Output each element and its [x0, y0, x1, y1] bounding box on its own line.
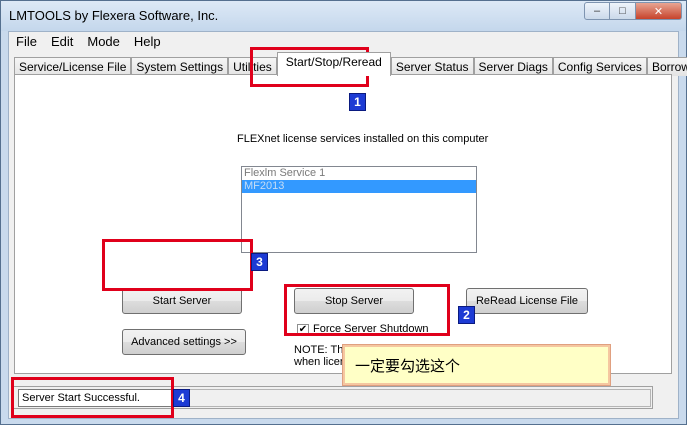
badge-3: 3 — [251, 253, 268, 271]
tab-strip: Service/License File System Settings Uti… — [14, 52, 687, 76]
advanced-settings-button[interactable]: Advanced settings >> — [122, 329, 246, 355]
highlight-box-start — [102, 239, 253, 291]
highlight-box-checkbox — [284, 284, 450, 336]
close-button[interactable]: ✕ — [636, 2, 682, 20]
badge-2: 2 — [458, 306, 475, 324]
services-listbox[interactable]: Flexlm Service 1 MF2013 — [241, 166, 477, 253]
highlight-box-status — [11, 377, 174, 418]
menu-edit[interactable]: Edit — [44, 32, 80, 51]
list-item[interactable]: Flexlm Service 1 — [242, 167, 476, 180]
menu-help[interactable]: Help — [127, 32, 168, 51]
status-bar-spacer — [181, 389, 651, 407]
lmtools-window: LMTOOLS by Flexera Software, Inc. – □ ✕ … — [0, 0, 687, 425]
badge-4: 4 — [173, 389, 190, 407]
window-title: LMTOOLS by Flexera Software, Inc. — [9, 8, 219, 23]
list-item-selected[interactable]: MF2013 — [242, 180, 476, 193]
window-controls: – □ ✕ — [584, 2, 682, 20]
reread-license-button[interactable]: ReRead License File — [466, 288, 588, 314]
start-server-button[interactable]: Start Server — [122, 288, 242, 314]
callout-note: 一定要勾选这个 — [342, 344, 611, 386]
minimize-button[interactable]: – — [584, 2, 610, 20]
title-bar: LMTOOLS by Flexera Software, Inc. – □ ✕ — [1, 1, 686, 31]
badge-1: 1 — [349, 93, 366, 111]
menu-file[interactable]: File — [9, 32, 44, 51]
tab-start-stop-reread[interactable]: Start/Stop/Reread — [276, 52, 391, 76]
maximize-button[interactable]: □ — [610, 2, 636, 20]
menu-mode[interactable]: Mode — [80, 32, 127, 51]
services-label: FLEXnet license services installed on th… — [237, 133, 489, 145]
callout-text: 一定要勾选这个 — [355, 357, 461, 375]
